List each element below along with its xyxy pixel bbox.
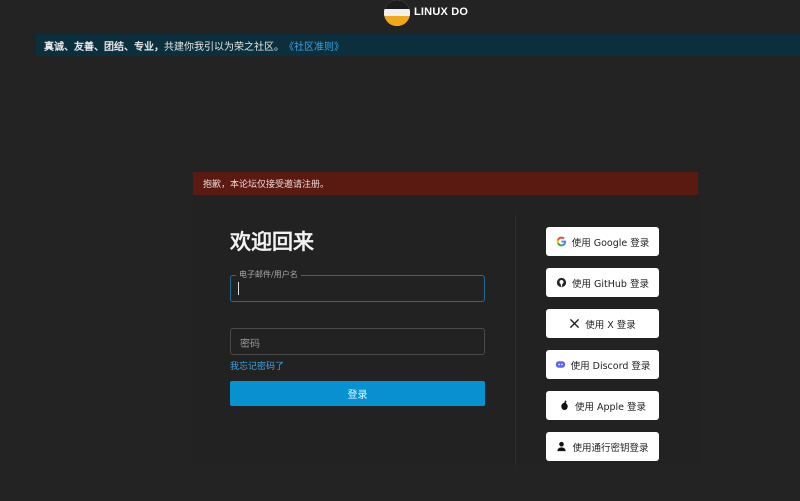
discord-icon [555,359,566,370]
community-banner: 真诚、友善、团结、专业， 共建你我引以为荣之社区。 《社区准则》 [36,34,800,56]
google-login-button[interactable]: 使用 Google 登录 [546,227,659,256]
x-login-label: 使用 X 登录 [585,319,636,331]
username-label: 电子邮件/用户名 [236,269,301,280]
apple-login-label: 使用 Apple 登录 [574,401,647,413]
linux-do-logo[interactable] [384,0,410,26]
password-placeholder: 密码 [240,339,260,350]
google-icon [556,236,567,247]
user-icon [556,441,567,452]
apple-icon [559,400,570,411]
password-field[interactable] [230,328,485,355]
github-login-label: 使用 GitHub 登录 [572,278,649,290]
apple-login-button[interactable]: 使用 Apple 登录 [546,391,659,420]
panel-divider [515,215,516,465]
page-title: 欢迎回来 [230,230,314,254]
discord-login-button[interactable]: 使用 Discord 登录 [546,350,659,379]
site-name[interactable]: LINUX DO [414,6,468,18]
banner-message: 共建你我引以为荣之社区。 [164,41,284,53]
banner-values: 真诚、友善、团结、专业， [44,41,164,53]
alert-text: 抱歉，本论坛仅接受邀请注册。 [203,180,330,190]
login-page: LINUX DO 真诚、友善、团结、专业， 共建你我引以为荣之社区。 《社区准则… [0,0,800,501]
site-header: LINUX DO [0,0,800,30]
github-login-button[interactable]: 使用 GitHub 登录 [546,268,659,297]
discord-login-label: 使用 Discord 登录 [570,360,651,372]
passkey-login-button[interactable]: 使用通行密钥登录 [546,432,659,461]
invite-only-alert: 抱歉，本论坛仅接受邀请注册。 [193,172,698,195]
forgot-password-link[interactable]: 我忘记密码了 [230,359,284,372]
community-guidelines-link[interactable]: 《社区准则》 [284,38,344,53]
google-login-label: 使用 Google 登录 [571,237,650,249]
github-icon [556,277,567,288]
x-login-button[interactable]: 使用 X 登录 [546,309,659,338]
text-caret [238,282,239,295]
x-icon [569,318,580,329]
login-button[interactable]: 登录 [230,381,485,406]
passkey-login-label: 使用通行密钥登录 [572,442,649,454]
